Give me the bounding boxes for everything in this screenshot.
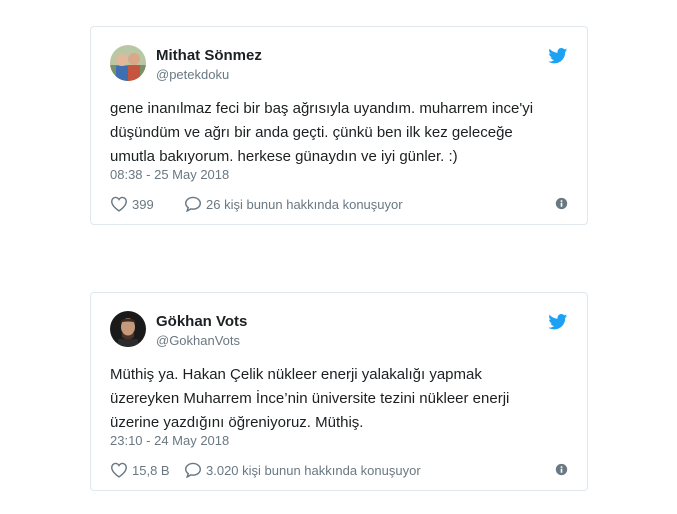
user-handle[interactable]: @GokhanVots [156, 333, 240, 348]
user-handle[interactable]: @petekdoku [156, 67, 229, 82]
twitter-bird-icon[interactable] [548, 48, 568, 64]
heart-icon [110, 462, 128, 478]
avatar[interactable] [110, 45, 146, 81]
reply-bubble-icon [184, 462, 202, 478]
like-count: 399 [132, 196, 154, 212]
tweet-card: Gökhan Vots @GokhanVots Müthiş ya. Hakan… [90, 292, 588, 491]
reply-button[interactable]: 3.020 kişi bunun hakkında konuşuyor [184, 459, 421, 481]
info-icon[interactable] [555, 463, 568, 476]
tweet-timestamp[interactable]: 08:38 - 25 May 2018 [110, 167, 229, 182]
like-button[interactable]: 15,8 B [110, 459, 170, 481]
reply-count-label: 26 kişi bunun hakkında konuşuyor [206, 196, 403, 212]
tweet-timestamp[interactable]: 23:10 - 24 May 2018 [110, 433, 229, 448]
twitter-bird-icon[interactable] [548, 314, 568, 330]
reply-bubble-icon [184, 196, 202, 212]
info-icon[interactable] [555, 197, 568, 210]
display-name[interactable]: Mithat Sönmez [156, 47, 262, 64]
tweet-actions: 399 26 kişi bunun hakkında konuşuyor [110, 193, 568, 215]
tweet-text: gene inanılmaz feci bir baş ağrısıyla uy… [110, 100, 534, 165]
tweet-actions: 15,8 B 3.020 kişi bunun hakkında konuşuy… [110, 459, 568, 481]
tweet-card: Mithat Sönmez @petekdoku gene inanılmaz … [90, 26, 588, 225]
reply-button[interactable]: 26 kişi bunun hakkında konuşuyor [184, 193, 403, 215]
display-name[interactable]: Gökhan Vots [156, 313, 247, 330]
like-button[interactable]: 399 [110, 193, 154, 215]
reply-count-label: 3.020 kişi bunun hakkında konuşuyor [206, 462, 421, 478]
like-count: 15,8 B [132, 462, 170, 478]
heart-icon [110, 196, 128, 212]
avatar[interactable] [110, 311, 146, 347]
tweet-text: Müthiş ya. Hakan Çelik nükleer enerji ya… [110, 366, 510, 431]
